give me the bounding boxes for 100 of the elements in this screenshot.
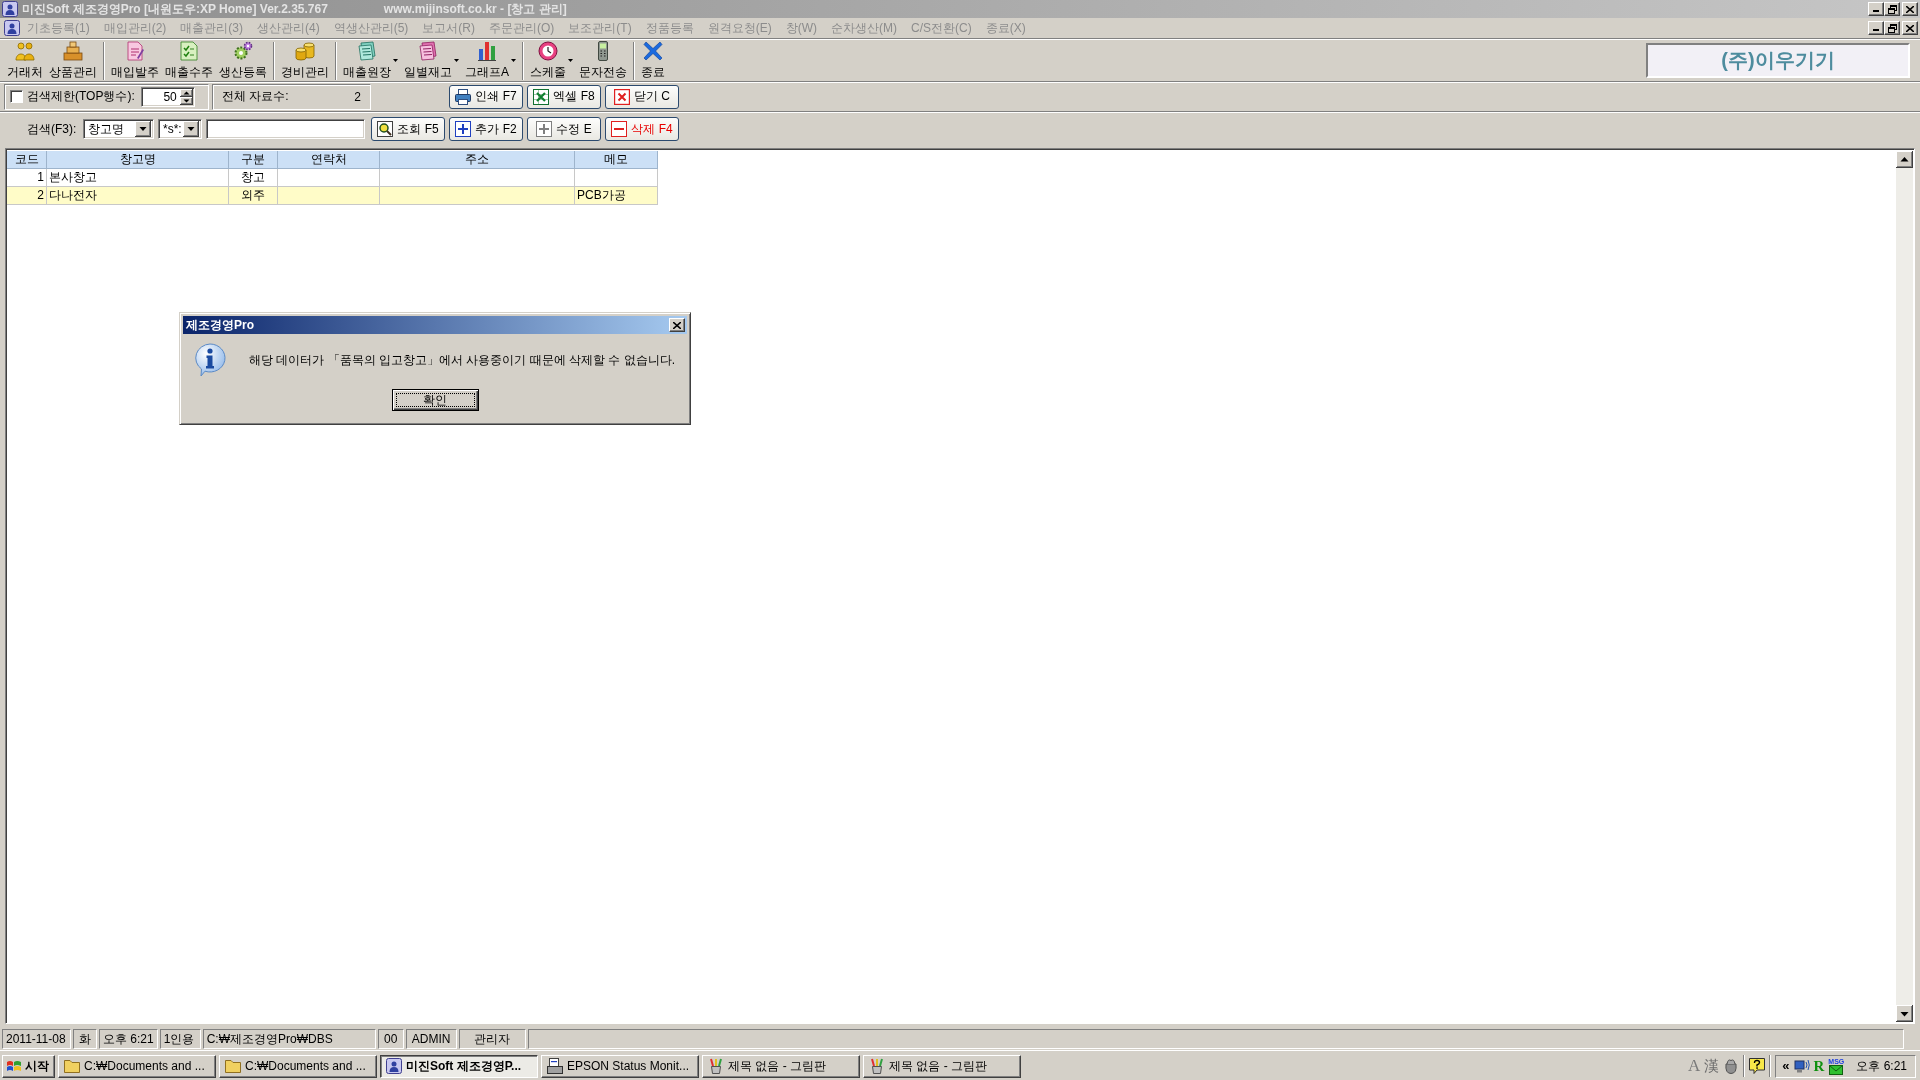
search-label: 검색(F3): [27,120,78,138]
taskbar-button[interactable]: C:₩Documents and ... [219,1054,377,1078]
status-cell: 2011-11-08 [2,1029,71,1049]
column-header: 주소 [380,151,575,169]
checkbox[interactable] [10,90,23,103]
match-mode-dropdown[interactable]: *s*: [158,119,202,139]
start-button[interactable]: 시작 [2,1054,55,1078]
excel-button[interactable]: 엑셀 F8 [527,84,601,109]
scroll-down-icon[interactable] [1896,1005,1913,1022]
delete-button[interactable]: 삭제 F4 [605,117,679,141]
spreadsheet-icon [533,88,550,105]
table-cell: PCB가공 [575,187,658,205]
minimize-button[interactable] [1868,21,1884,35]
toolbar-button[interactable]: 매입발주 [108,40,162,81]
taskbar-button[interactable]: 제목 없음 - 그림판 [702,1054,860,1078]
flag-icon [6,1060,22,1072]
show-hidden-icons-button[interactable]: « [1782,1058,1790,1074]
status-cell: ADMIN [405,1029,457,1049]
paintbrush-icon [708,1058,724,1074]
network-icon[interactable] [1793,1058,1810,1074]
dialog-message: 해당 데이터가 「품목의 입고창고」에서 사용중이기 때문에 삭제할 수 없습니다. [249,351,675,369]
checklist-icon [179,40,199,61]
pouch-icon[interactable] [1723,1058,1740,1074]
caret-icon [511,59,516,62]
folder-icon [225,1058,241,1074]
spin-up-icon[interactable] [179,88,193,97]
ok-button[interactable]: 확인 [391,389,479,411]
info-icon [193,343,227,377]
search-column-dropdown[interactable]: 창고명 [83,119,154,139]
status-cell: 00 [377,1029,404,1049]
column-header: 메모 [575,151,658,169]
taskbar-button[interactable]: C:₩Documents and ... [58,1054,216,1078]
column-header: 구분 [229,151,278,169]
toolbar-button[interactable]: 상품관리 [46,40,100,81]
envelope-icon [1829,1064,1844,1075]
toolbar-button[interactable]: 매출수주 [162,40,216,81]
toolbar-button[interactable]: 생산등록 [216,40,270,81]
people-icon [15,40,35,61]
add-button[interactable]: 추가 F2 [449,117,523,141]
taskbar-button[interactable]: 제목 없음 - 그림판 [863,1054,1021,1078]
dialog-title: 제조경영Pro [186,316,254,334]
app-icon[interactable] [4,20,20,36]
top-rows-field[interactable]: 50 [140,86,195,107]
toolbar-button[interactable]: 종료 [638,40,668,81]
toolbar-button[interactable]: 그래프A [462,40,519,81]
print-button[interactable]: 인쇄 F7 [449,84,523,109]
dialog-close-button[interactable] [669,318,685,332]
column-header: 코드 [7,151,47,169]
minus-icon [611,121,628,137]
close-icon [614,88,630,105]
edit-button[interactable]: 수정 E [527,117,601,141]
toolbar-button[interactable]: 거래처 [4,40,46,81]
close-button[interactable]: 닫기 C [605,84,679,109]
search-icon [377,121,394,137]
close-button[interactable] [1902,21,1918,35]
scroll-up-icon[interactable] [1896,151,1913,168]
search-button[interactable]: 조회 F5 [371,117,445,141]
status-cell: 오후 6:21 [99,1029,158,1049]
status-cell: C:₩제조경영Pro₩DBS [202,1029,376,1049]
taskbar-button[interactable]: 미진Soft 제조경영P... [380,1054,538,1078]
close-icon [1906,24,1914,32]
record-count-value: 2 [354,89,361,104]
pages-icon [418,40,438,61]
company-name-box: (주)이우기기 [1646,43,1910,78]
paintbrush-icon [869,1058,885,1074]
restore-button[interactable] [1884,21,1900,35]
dropdown-arrow-icon[interactable] [183,121,199,137]
close-icon [673,321,681,329]
status-cell: 관리자 [458,1029,526,1049]
table-row[interactable]: 1 본사창고 창고 [7,169,658,187]
record-count-label: 전체 자료수: [222,88,289,105]
bar-chart-icon [477,40,497,61]
toolbar-button[interactable]: 경비관리 [278,40,332,81]
column-header: 연락처 [278,151,380,169]
vertical-scrollbar[interactable] [1896,151,1913,1022]
hanja-indicator[interactable]: 漢 [1704,1056,1720,1076]
help-icon[interactable] [1749,1058,1766,1074]
table-row[interactable]: 2 다나전자 외주 PCB가공 [7,187,658,205]
toolbar-button[interactable]: 문자전송 [576,40,630,81]
folder-icon [64,1058,80,1074]
search-field[interactable] [206,119,365,139]
spin-down-icon[interactable] [179,96,193,105]
minimize-icon [1873,10,1879,12]
toolbar-button[interactable]: 스케줄 [527,40,576,81]
column-header: 창고명 [47,151,229,169]
restore-icon [1887,23,1897,33]
window-title: 미진Soft 제조경영Pro [내원도우:XP Home] Ver.2.35.767 [22,0,328,18]
toolbar-button[interactable]: 일별재고 [401,40,462,81]
plus-icon [536,121,553,137]
close-icon [1906,5,1914,13]
status-cell: 1인용 [159,1029,201,1049]
toolbar-button[interactable]: 매출원장 [340,40,401,81]
gears-icon [233,40,253,61]
taskbar-button[interactable]: EPSON Status Monit... [541,1054,699,1078]
dropdown-arrow-icon[interactable] [135,121,151,137]
caret-icon [454,59,459,62]
document-icon [125,40,145,61]
caret-icon [393,59,398,62]
table-cell: 다나전자 [47,187,229,205]
status-cell: 화 [73,1029,97,1049]
